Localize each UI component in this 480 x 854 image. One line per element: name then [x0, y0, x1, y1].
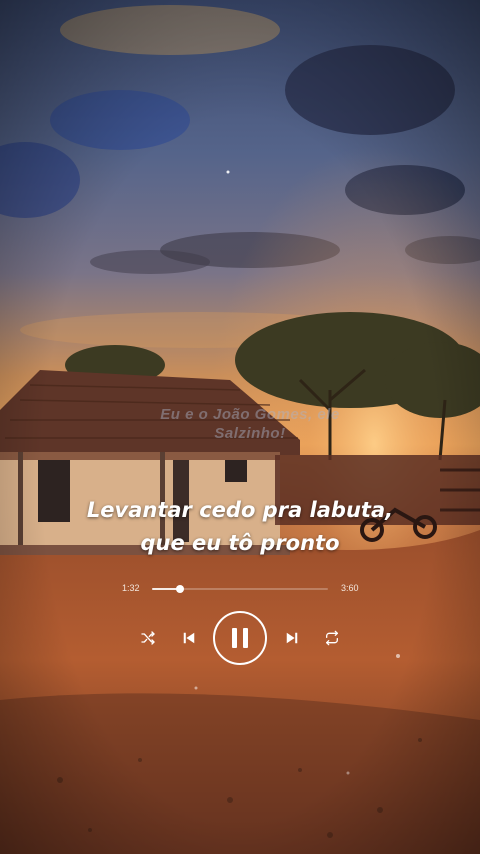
- progress-bar[interactable]: [152, 585, 328, 593]
- lyrics-line-2: que eu tô pronto: [140, 531, 340, 555]
- music-player-screen: Eu e o João Gomes, ele Salzinho! Levanta…: [0, 0, 480, 854]
- next-button[interactable]: [282, 628, 302, 648]
- lyrics: Levantar cedo pra labuta, que eu tô pron…: [0, 494, 480, 560]
- shuffle-button[interactable]: [138, 628, 158, 648]
- lyrics-line-1: Levantar cedo pra labuta,: [86, 498, 394, 522]
- current-time: 1:32: [122, 583, 140, 593]
- watermark-line-2: Salzinho!: [214, 425, 286, 442]
- previous-button[interactable]: [179, 628, 199, 648]
- watermark-line-1: Eu e o João Gomes, ele: [160, 406, 340, 423]
- next-icon: [286, 632, 298, 644]
- watermark-caption: Eu e o João Gomes, ele Salzinho!: [90, 405, 410, 443]
- total-time: 3:60: [341, 583, 359, 593]
- play-pause-button[interactable]: [213, 611, 267, 665]
- previous-icon: [183, 632, 195, 644]
- pause-icon: [232, 628, 248, 648]
- shuffle-icon: [141, 631, 155, 645]
- repeat-button[interactable]: [322, 628, 342, 648]
- repeat-icon: [326, 630, 338, 646]
